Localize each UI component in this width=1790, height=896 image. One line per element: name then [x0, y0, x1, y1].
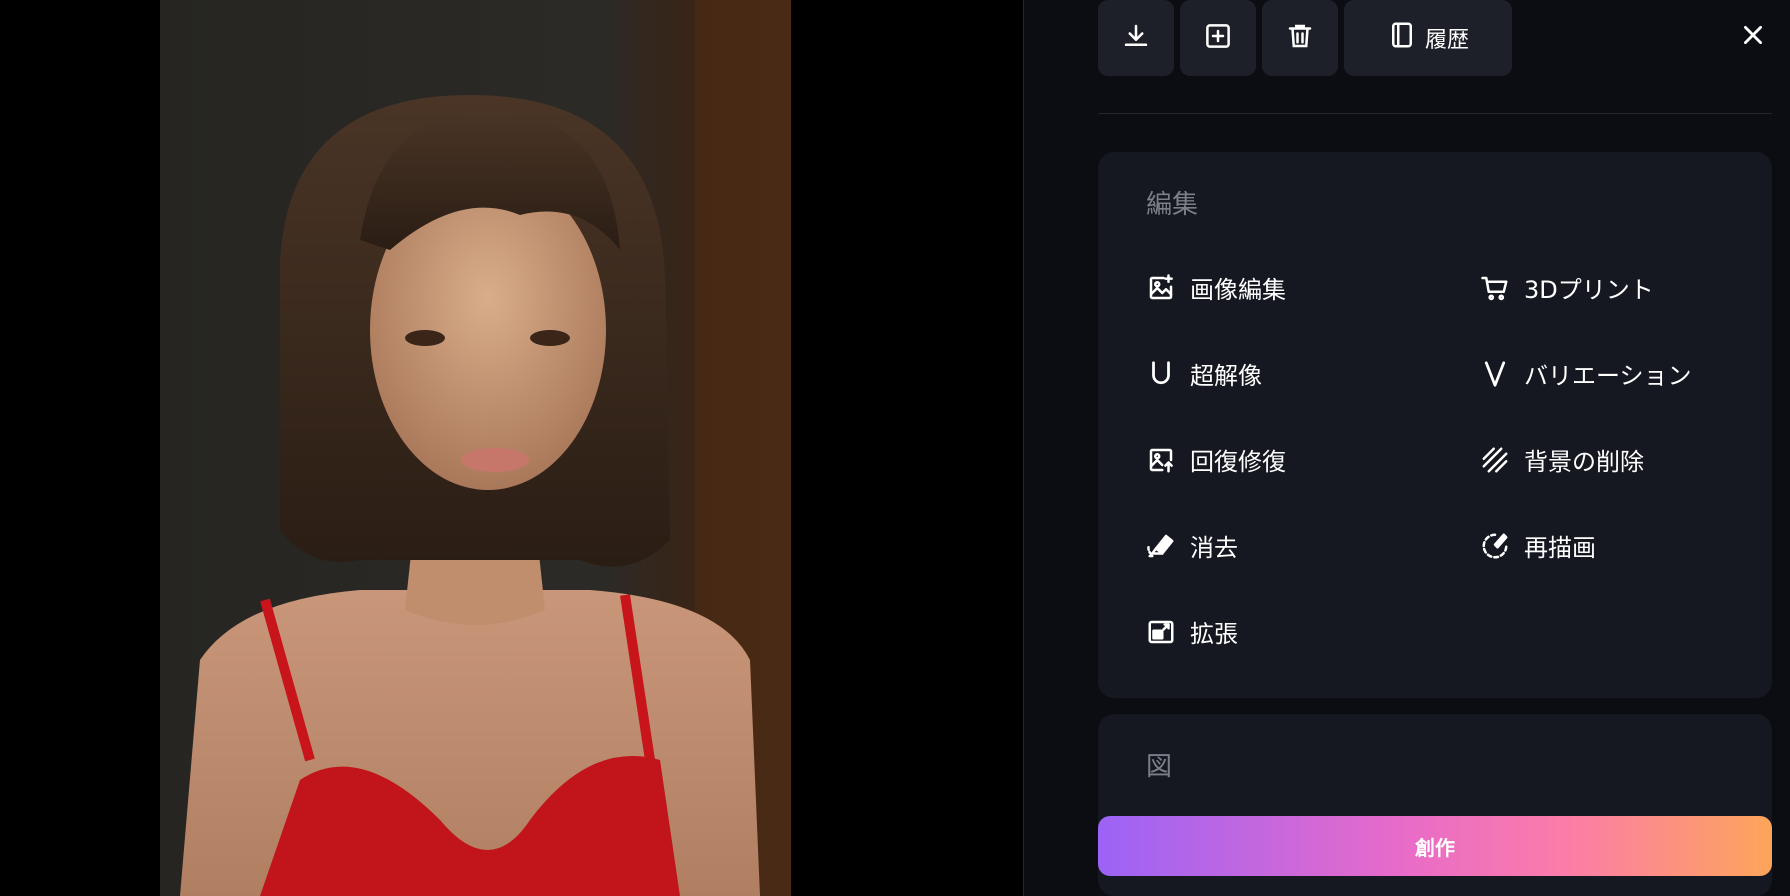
create-button[interactable]: 創作 [1098, 816, 1772, 876]
history-button[interactable]: 履歴 [1344, 0, 1512, 76]
remove-background-label: 背景の削除 [1524, 448, 1644, 476]
image-edit-icon [1146, 273, 1176, 303]
3d-print-label: 3Dプリント [1524, 276, 1654, 304]
upscale-u-icon [1146, 359, 1176, 389]
expand-label: 拡張 [1190, 620, 1238, 648]
portrait-illustration [180, 0, 791, 896]
restore-item[interactable]: 回復修復 [1146, 442, 1286, 477]
restore-label: 回復修復 [1190, 448, 1286, 476]
restore-image-icon [1146, 445, 1176, 475]
redraw-brush-icon [1480, 531, 1510, 561]
edit-card: 編集 画像編集 3Dプリント 超解像 バリエーション 回復修復 背景の削除 消去… [1098, 152, 1772, 698]
figure-section-title: 図 [1146, 752, 1173, 782]
add-button[interactable] [1180, 0, 1256, 76]
image-edit-item[interactable]: 画像編集 [1146, 270, 1286, 305]
toolbar: 履歴 [1098, 0, 1512, 76]
download-icon [1121, 21, 1151, 55]
super-resolution-label: 超解像 [1190, 362, 1262, 390]
eraser-icon [1146, 531, 1176, 561]
edit-section-title: 編集 [1146, 190, 1199, 220]
erase-item[interactable]: 消去 [1146, 528, 1238, 563]
close-icon [1740, 22, 1766, 52]
side-panel: 履歴 編集 画像編集 3Dプリント 超解像 バリエーション 回復修復 背景の削除… [1023, 0, 1790, 896]
variation-item[interactable]: バリエーション [1480, 356, 1692, 391]
create-button-label: 創作 [1415, 835, 1455, 860]
redraw-label: 再描画 [1524, 534, 1596, 562]
trash-icon [1285, 21, 1315, 55]
history-icon [1387, 20, 1417, 56]
super-resolution-item[interactable]: 超解像 [1146, 356, 1262, 391]
close-button[interactable] [1736, 20, 1770, 54]
remove-background-item[interactable]: 背景の削除 [1480, 442, 1644, 477]
image-edit-label: 画像編集 [1190, 276, 1286, 304]
add-square-icon [1203, 21, 1233, 55]
expand-item[interactable]: 拡張 [1146, 614, 1238, 649]
remove-background-icon [1480, 445, 1510, 475]
erase-label: 消去 [1190, 534, 1238, 562]
history-label: 履歴 [1424, 28, 1469, 53]
variation-label: バリエーション [1524, 362, 1692, 390]
redraw-item[interactable]: 再描画 [1480, 528, 1596, 563]
download-button[interactable] [1098, 0, 1174, 76]
divider [1098, 113, 1772, 114]
delete-button[interactable] [1262, 0, 1338, 76]
cart-icon [1480, 273, 1510, 303]
3d-print-item[interactable]: 3Dプリント [1480, 270, 1654, 305]
portrait-photo [160, 0, 791, 896]
variation-v-icon [1480, 359, 1510, 389]
expand-image-icon [1146, 617, 1176, 647]
image-viewer [0, 0, 1024, 896]
